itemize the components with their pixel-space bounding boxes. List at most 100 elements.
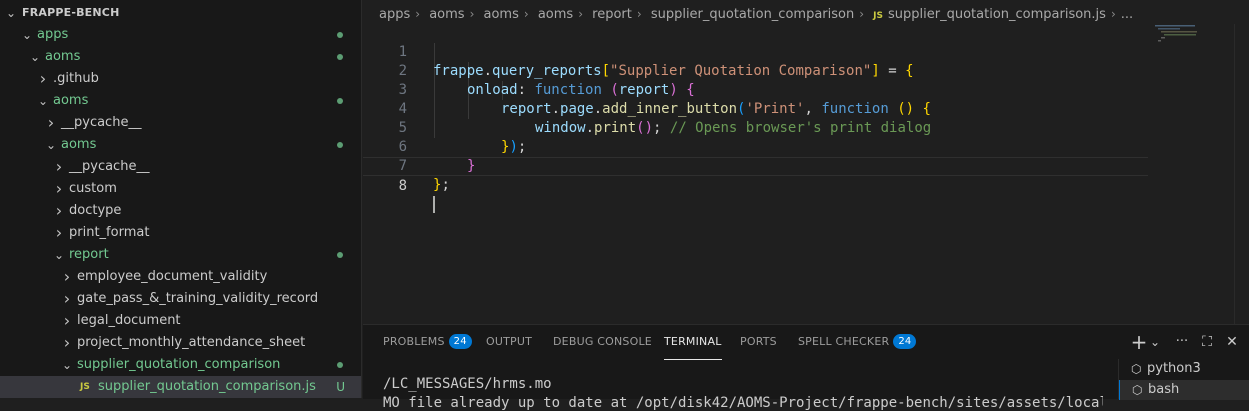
code-text bbox=[433, 196, 435, 215]
chevron-down-icon: ⌄ bbox=[53, 248, 65, 262]
chevron-right-icon: › bbox=[63, 311, 71, 330]
chevron-right-icon: › bbox=[578, 7, 583, 21]
breadcrumb-item[interactable]: aoms bbox=[429, 7, 464, 22]
chevron-down-icon: ⌄ bbox=[45, 138, 57, 152]
git-modified-dot-icon bbox=[337, 54, 343, 60]
folder-item[interactable]: › project_monthly_attendance_sheet bbox=[0, 332, 361, 354]
chevron-down-icon: ⌄ bbox=[5, 6, 17, 20]
breadcrumb-item[interactable]: supplier_quotation_comparison bbox=[651, 7, 854, 22]
chevron-right-icon: › bbox=[47, 113, 55, 132]
tree-item-label: project_monthly_attendance_sheet bbox=[77, 335, 306, 350]
chevron-right-icon: › bbox=[55, 179, 63, 198]
code-line: 2 onload: function (report) { bbox=[363, 43, 1153, 98]
tree-item-label: aoms bbox=[45, 49, 81, 64]
code-line: 7 }; bbox=[363, 138, 1153, 193]
chevron-down-icon: ⌄ bbox=[37, 94, 49, 108]
tree-item-label: apps bbox=[37, 27, 69, 42]
folder-item[interactable]: › .github bbox=[0, 68, 361, 90]
chevron-right-icon: › bbox=[55, 157, 63, 176]
bottom-panel: PROBLEMS 24 OUTPUT DEBUG CONSOLE TERMINAL… bbox=[363, 324, 1249, 411]
maximize-panel-icon[interactable]: ⛶ bbox=[1198, 332, 1216, 352]
git-modified-dot-icon bbox=[337, 142, 343, 148]
breadcrumb-item[interactable]: apps bbox=[379, 7, 410, 22]
folder-item[interactable]: › print_format bbox=[0, 222, 361, 244]
terminal-icon: ⬡ bbox=[1131, 362, 1142, 376]
problems-count-badge: 24 bbox=[448, 334, 472, 349]
more-actions-icon[interactable]: ··· bbox=[1173, 332, 1191, 352]
chevron-right-icon: › bbox=[469, 7, 475, 21]
chevron-right-icon: › bbox=[63, 333, 71, 352]
spell-checker-count-badge: 24 bbox=[893, 334, 917, 349]
close-panel-icon[interactable]: ✕ bbox=[1223, 332, 1241, 352]
chevron-down-icon: ⌄ bbox=[21, 28, 33, 42]
chevron-right-icon: › bbox=[523, 7, 529, 21]
tree-item-label: print_format bbox=[69, 225, 150, 240]
terminal-output-line: MO file already up to date at /opt/disk4… bbox=[383, 395, 1103, 411]
tab-spell-checker[interactable]: SPELL CHECKER 24 bbox=[798, 333, 917, 359]
git-modified-dot-icon bbox=[337, 98, 343, 104]
breadcrumb-item[interactable]: report bbox=[592, 7, 632, 22]
workspace-title: FRAPPE-BENCH bbox=[22, 6, 120, 19]
terminal-output-line: /LC_MESSAGES/hrms.mo bbox=[383, 376, 552, 392]
terminal-item-bash[interactable]: ⬡ bash bbox=[1119, 380, 1249, 400]
js-file-icon: JS bbox=[80, 382, 90, 392]
line-number: 8 bbox=[398, 178, 407, 194]
tree-item-label: supplier_quotation_comparison bbox=[77, 357, 281, 372]
code-line: 4 window.print(); // Opens browser's pri… bbox=[363, 81, 1153, 136]
folder-item[interactable]: ⌄ report bbox=[0, 244, 361, 266]
git-modified-dot-icon bbox=[337, 252, 343, 258]
code-line: 3 report.page.add_inner_button('Print', … bbox=[363, 62, 1153, 117]
file-item[interactable]: JS supplier_quotation_comparison.js U bbox=[0, 376, 361, 398]
breadcrumb-file[interactable]: supplier_quotation_comparison.js bbox=[888, 7, 1106, 22]
chevron-down-icon: ⌄ bbox=[29, 50, 41, 64]
tree-item-label: aoms bbox=[61, 137, 97, 152]
explorer-sidebar: ⌄ FRAPPE-BENCH ⌄ apps ⌄ aoms › .github ⌄ aoms › _… bbox=[0, 0, 362, 398]
folder-item[interactable]: › custom bbox=[0, 178, 361, 200]
code-line: 5 }); bbox=[363, 100, 1153, 155]
tab-output[interactable]: OUTPUT bbox=[486, 333, 532, 359]
tree-item-label: __pycache__ bbox=[69, 159, 150, 174]
folder-item[interactable]: ⌄ aoms bbox=[0, 90, 361, 112]
code-line: 1 frappe.query_reports["Supplier Quotati… bbox=[363, 24, 1153, 79]
terminal-icon: ⬡ bbox=[1132, 383, 1143, 397]
chevron-right-icon: › bbox=[859, 7, 865, 21]
terminal-item-python3[interactable]: ⬡ python3 bbox=[1119, 359, 1249, 379]
tree-item-label: gate_pass_&_training_validity_record bbox=[77, 291, 319, 306]
chevron-down-icon[interactable]: ⌄ bbox=[1146, 332, 1164, 352]
code-text: }; bbox=[433, 177, 450, 193]
breadcrumb-item[interactable]: aoms bbox=[538, 7, 573, 22]
chevron-down-icon: ⌄ bbox=[61, 358, 73, 372]
folder-item[interactable]: ⌄ aoms bbox=[0, 134, 361, 156]
explorer-root-header[interactable]: ⌄ FRAPPE-BENCH bbox=[0, 2, 361, 24]
git-modified-dot-icon bbox=[337, 362, 343, 368]
code-editor[interactable]: apps › aoms › aoms › aoms › report › supplier… bbox=[363, 0, 1249, 324]
tree-item-label: aoms bbox=[53, 93, 89, 108]
tree-item-label: legal_document bbox=[77, 313, 181, 328]
chevron-right-icon: › bbox=[636, 7, 642, 21]
terminal-list: ⬡ python3 ⬡ bash bbox=[1118, 359, 1249, 400]
breadcrumb-item[interactable]: aoms bbox=[484, 7, 519, 22]
folder-item[interactable]: › doctype bbox=[0, 200, 361, 222]
tab-problems[interactable]: PROBLEMS 24 bbox=[383, 333, 472, 359]
folder-item[interactable]: › __pycache__ bbox=[0, 156, 361, 178]
vertical-scrollbar[interactable] bbox=[1234, 24, 1249, 324]
tab-ports[interactable]: PORTS bbox=[740, 333, 777, 359]
minimap[interactable] bbox=[1155, 24, 1215, 44]
code-line-current: 8 bbox=[363, 157, 1148, 213]
tree-item-label: __pycache__ bbox=[61, 115, 142, 130]
breadcrumb: apps › aoms › aoms › aoms › report › supplier… bbox=[379, 5, 1133, 23]
text-cursor bbox=[433, 196, 435, 213]
folder-item[interactable]: ⌄ supplier_quotation_comparison bbox=[0, 354, 361, 376]
folder-item[interactable]: › gate_pass_&_training_validity_record bbox=[0, 288, 361, 310]
tree-item-label: supplier_quotation_comparison.js bbox=[98, 379, 316, 394]
tab-terminal[interactable]: TERMINAL bbox=[664, 333, 722, 360]
git-status-badge: U bbox=[336, 380, 345, 394]
folder-item[interactable]: › __pycache__ bbox=[0, 112, 361, 134]
tab-debug-console[interactable]: DEBUG CONSOLE bbox=[553, 333, 652, 359]
breadcrumb-ellipsis[interactable]: ... bbox=[1121, 7, 1133, 22]
folder-item[interactable]: › employee_document_validity bbox=[0, 266, 361, 288]
folder-item[interactable]: ⌄ apps bbox=[0, 24, 361, 46]
folder-item[interactable]: ⌄ aoms bbox=[0, 46, 361, 68]
chevron-right-icon: › bbox=[63, 267, 71, 286]
folder-item[interactable]: › legal_document bbox=[0, 310, 361, 332]
